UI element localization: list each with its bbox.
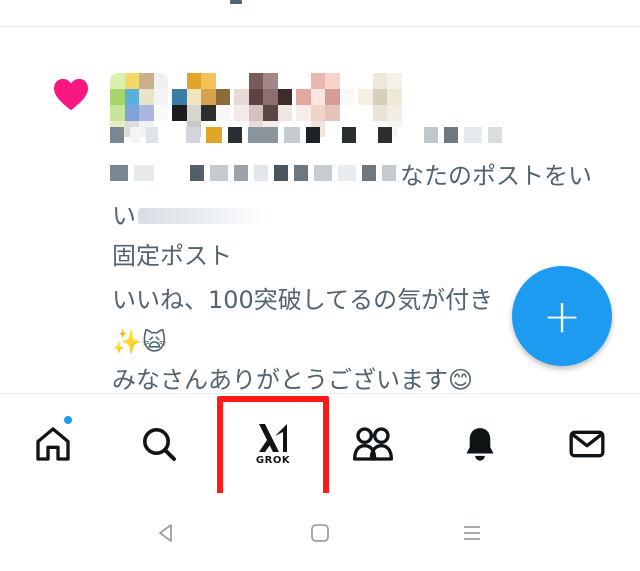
system-recents-button[interactable] <box>452 513 492 553</box>
blurred-text-line <box>110 127 502 143</box>
grok-label: GROK <box>255 455 291 466</box>
mail-icon <box>569 430 605 458</box>
post-text-line: いいね、100突破してるの気が付き <box>112 286 494 314</box>
bottom-navigation: GROK <box>0 393 640 493</box>
compose-button[interactable]: + <box>512 266 612 366</box>
pinned-label: 固定ポスト <box>112 242 232 270</box>
system-home-button[interactable] <box>300 513 340 553</box>
heart-icon <box>54 78 88 111</box>
scrolled-content-fragment <box>230 0 242 4</box>
back-icon <box>159 524 172 542</box>
nav-notifications[interactable] <box>427 394 533 494</box>
home-icon <box>36 427 70 461</box>
search-icon <box>143 428 176 461</box>
blurred-text <box>138 208 268 224</box>
notification-text-fragment: い <box>112 202 136 230</box>
system-back-button[interactable] <box>146 513 186 553</box>
recents-icon <box>464 526 480 540</box>
blurred-text-line <box>110 165 396 181</box>
post-text-line: ✨🙀 <box>112 328 167 356</box>
nav-home[interactable] <box>0 394 106 494</box>
system-navigation-bar <box>0 493 640 571</box>
notification-text-fragment: なたのポストをい <box>400 162 592 190</box>
bell-icon <box>466 428 494 461</box>
nav-communities[interactable] <box>320 394 426 494</box>
nav-messages[interactable] <box>534 394 640 494</box>
post-text-line: みなさんありがとうございます😊 <box>112 366 474 393</box>
grok-icon <box>259 424 287 452</box>
nav-grok[interactable]: GROK <box>220 394 326 494</box>
unread-badge <box>62 414 74 426</box>
home-square-icon <box>311 524 329 542</box>
people-icon <box>352 427 393 461</box>
nav-search[interactable] <box>106 394 212 494</box>
